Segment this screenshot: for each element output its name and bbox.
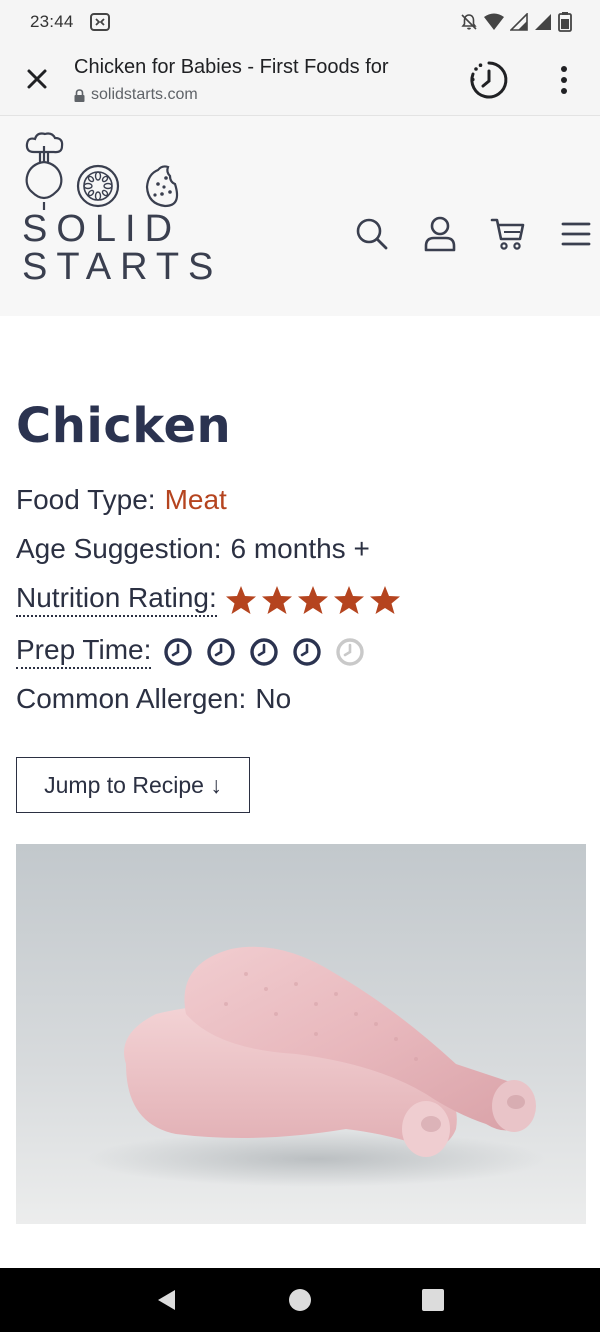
age-value: 6 months + — [230, 533, 370, 564]
clock-icon — [250, 637, 279, 666]
star-icon — [333, 585, 364, 614]
screenshot-icon — [89, 13, 110, 31]
food-title: Chicken — [16, 398, 232, 454]
lock-icon — [74, 88, 85, 102]
star-icon — [261, 585, 292, 614]
notifications-off-icon — [461, 14, 477, 30]
account-icon[interactable] — [406, 214, 474, 254]
nutrition-row: Nutrition Rating: — [16, 582, 401, 617]
clock-icon — [207, 637, 236, 666]
prep-label[interactable]: Prep Time: — [16, 634, 152, 669]
chicken-photo — [16, 844, 586, 1224]
prep-clocks — [163, 637, 365, 667]
close-icon[interactable] — [20, 62, 54, 96]
clock-icon — [293, 637, 322, 666]
system-nav-bar — [0, 1268, 600, 1332]
recents-icon[interactable] — [421, 1288, 445, 1312]
history-icon[interactable] — [468, 59, 510, 101]
header-actions — [338, 214, 600, 254]
allergen-label: Common Allergen: — [16, 683, 247, 714]
prep-row: Prep Time: — [16, 634, 365, 669]
star-icon — [369, 585, 400, 614]
back-icon[interactable] — [155, 1288, 179, 1312]
signal-icon — [535, 14, 551, 30]
food-type-label: Food Type: — [16, 484, 156, 515]
cart-icon[interactable] — [474, 214, 542, 254]
status-bar: 23:44 — [0, 0, 600, 44]
age-label: Age Suggestion: — [16, 533, 222, 564]
logo-word-solid: SOLID — [22, 208, 182, 250]
status-icons — [460, 12, 572, 32]
signal-icon — [510, 13, 528, 31]
clock-icon — [164, 637, 193, 666]
logo-word-starts: STARTS — [22, 246, 223, 288]
site-header: SOLID STARTS — [0, 116, 600, 316]
status-time: 23:44 — [30, 12, 74, 31]
jump-to-recipe-button[interactable]: Jump to Recipe ↓ — [16, 757, 250, 813]
battery-icon — [558, 12, 572, 32]
browser-toolbar: Chicken for Babies - First Foods for sol… — [0, 44, 600, 116]
page-title-tab: Chicken for Babies - First Foods for — [74, 56, 389, 78]
menu-icon[interactable] — [542, 214, 600, 254]
clock-icon — [336, 637, 365, 666]
url-bar[interactable]: solidstarts.com — [74, 86, 198, 104]
food-type-row: Food Type: Meat — [16, 484, 227, 516]
search-icon[interactable] — [338, 214, 406, 254]
nutrition-stars — [225, 585, 401, 615]
star-icon — [297, 585, 328, 614]
logo-food-icons — [25, 132, 179, 210]
nutrition-label[interactable]: Nutrition Rating: — [16, 582, 217, 617]
allergen-row: Common Allergen: No — [16, 683, 291, 715]
allergen-value: No — [255, 683, 292, 714]
age-row: Age Suggestion: 6 months + — [16, 533, 370, 565]
home-icon[interactable] — [288, 1288, 312, 1312]
wifi-icon — [484, 13, 504, 30]
food-type-link[interactable]: Meat — [165, 484, 227, 516]
url-text: solidstarts.com — [91, 86, 198, 103]
star-icon — [225, 585, 256, 614]
solid-starts-logo[interactable]: SOLID STARTS — [20, 132, 213, 302]
more-vert-icon[interactable] — [552, 64, 576, 96]
